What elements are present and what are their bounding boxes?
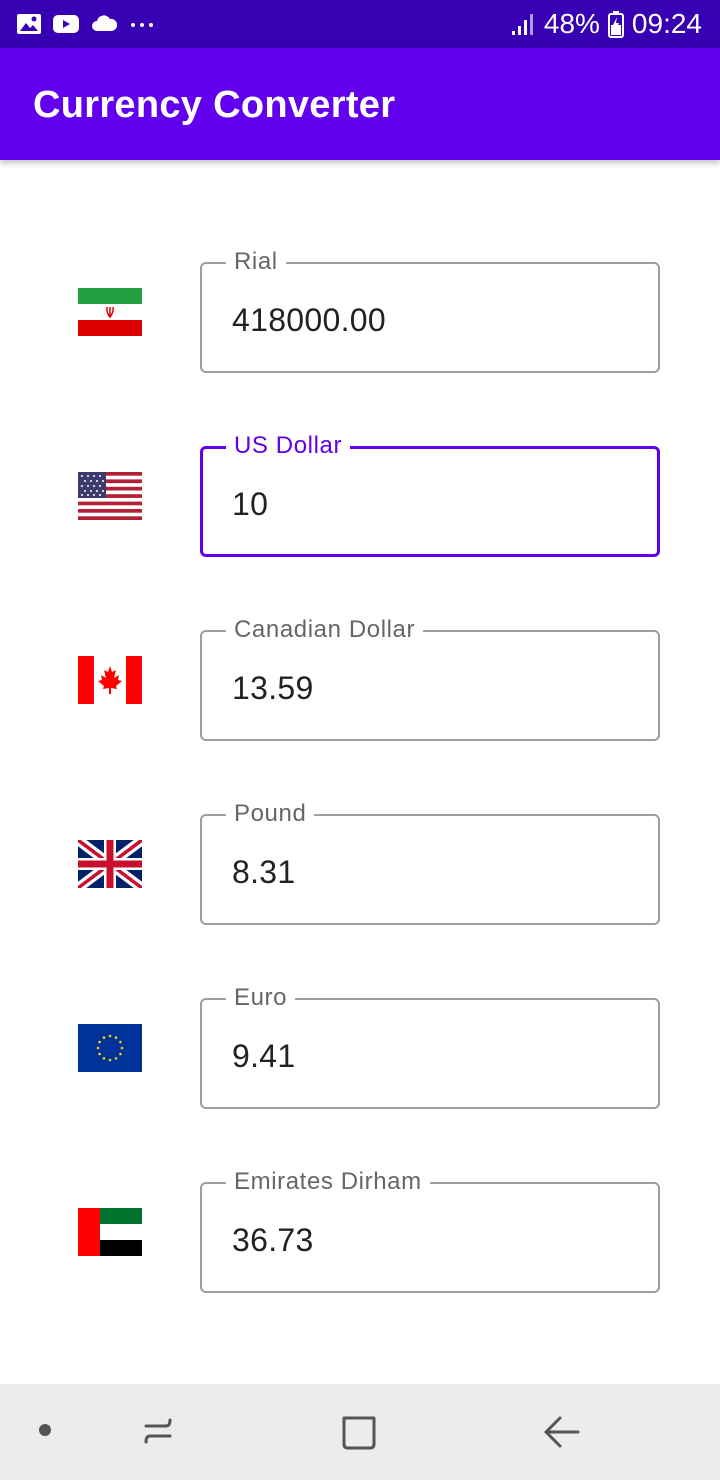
- signal-icon: [511, 14, 533, 35]
- pound-value: 8.31: [232, 854, 296, 890]
- canadian-dollar-label: Canadian Dollar: [226, 616, 424, 644]
- status-bar: 48% 09:24: [0, 0, 720, 48]
- cloud-icon: [92, 15, 118, 31]
- app-bar: Currency Converter: [0, 48, 720, 160]
- euro-field[interactable]: Euro 9.41: [200, 984, 660, 1109]
- back-icon[interactable]: [542, 1412, 582, 1452]
- more-dots-icon: [131, 23, 153, 27]
- youtube-icon: [53, 15, 79, 33]
- gallery-icon: [17, 14, 41, 34]
- uk-flag-icon: [78, 840, 142, 888]
- eu-flag-icon: [78, 1024, 142, 1072]
- status-right: 48% 09:24: [510, 8, 702, 40]
- pound-label: Pound: [226, 800, 315, 828]
- rial-value: 418000.00: [232, 302, 386, 338]
- uae-flag-icon: [78, 1208, 142, 1256]
- usa-flag-icon: [78, 472, 142, 520]
- currency-row-emirates-dirham: Emirates Dirham 36.73: [0, 1168, 720, 1294]
- emirates-dirham-field[interactable]: Emirates Dirham 36.73: [200, 1168, 660, 1293]
- battery-percent: 48%: [543, 8, 600, 39]
- iran-flag-icon: [78, 288, 142, 336]
- app-title: Currency Converter: [33, 84, 396, 126]
- rial-label: Rial: [226, 248, 286, 276]
- us-dollar-value: 10: [232, 486, 269, 522]
- euro-label: Euro: [226, 984, 296, 1012]
- emirates-dirham-label: Emirates Dirham: [226, 1168, 430, 1196]
- currency-row-canadian-dollar: Canadian Dollar 13.59: [0, 616, 720, 742]
- dot-icon[interactable]: [26, 1412, 66, 1452]
- home-icon[interactable]: [340, 1412, 380, 1452]
- currency-row-rial: Rial 418000.00: [0, 248, 720, 374]
- rial-field[interactable]: Rial 418000.00: [200, 248, 660, 373]
- us-dollar-label: US Dollar: [226, 432, 351, 460]
- battery-icon: [607, 11, 624, 38]
- euro-value: 9.41: [232, 1038, 296, 1074]
- clock: 09:24: [631, 8, 702, 39]
- canada-flag-icon: [78, 656, 142, 704]
- pound-field[interactable]: Pound 8.31: [200, 800, 660, 925]
- currency-row-us-dollar: US Dollar 10: [0, 432, 720, 558]
- navigation-bar: [0, 1384, 720, 1480]
- currency-row-euro: Euro 9.41: [0, 984, 720, 1110]
- emirates-dirham-value: 36.73: [232, 1222, 314, 1258]
- us-dollar-field[interactable]: US Dollar 10: [200, 432, 660, 557]
- canadian-dollar-value: 13.59: [232, 670, 314, 706]
- canadian-dollar-field[interactable]: Canadian Dollar 13.59: [200, 616, 660, 741]
- status-left-icons: [16, 12, 158, 36]
- recent-apps-icon[interactable]: [138, 1412, 178, 1452]
- currency-row-pound: Pound 8.31: [0, 800, 720, 926]
